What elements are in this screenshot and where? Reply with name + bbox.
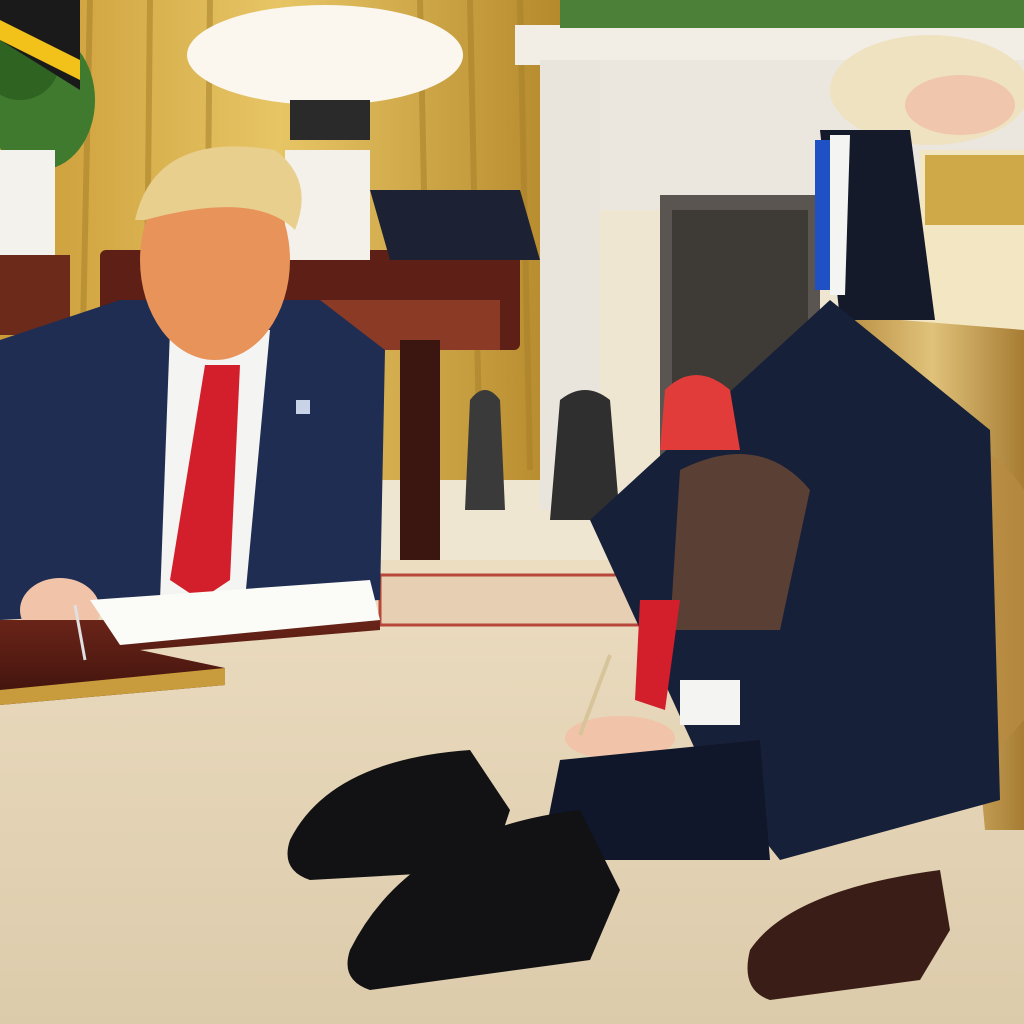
scene-canvas — [0, 0, 1024, 1024]
flag-pin — [296, 400, 310, 414]
